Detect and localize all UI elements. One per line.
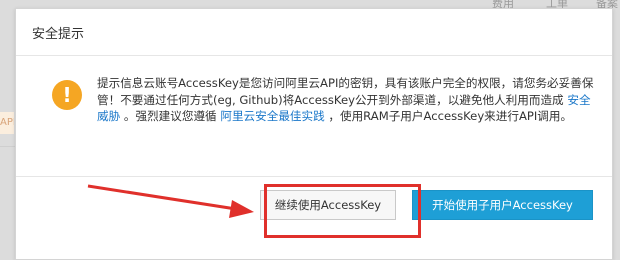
message-text: 提示信息云账号AccessKey是您访问阿里云API的密钥，具有该账户完全的权限… xyxy=(97,76,594,107)
message-text: 。强烈建议您遵循 xyxy=(123,109,217,123)
warning-message: 提示信息云账号AccessKey是您访问阿里云API的密钥，具有该账户完全的权限… xyxy=(97,75,597,125)
exclamation-icon: ! xyxy=(52,80,82,110)
dialog-body: ! 提示信息云账号AccessKey是您访问阿里云API的密钥，具有该账户完全的… xyxy=(16,56,612,177)
message-text: ，使用RAM子用户AccessKey来进行API调用。 xyxy=(328,109,573,123)
best-practices-link[interactable]: 阿里云安全最佳实践 xyxy=(220,109,324,123)
continue-accesskey-button[interactable]: 继续使用AccessKey xyxy=(260,190,396,220)
background-tag: API xyxy=(0,112,14,134)
background-divider xyxy=(0,146,16,147)
dialog-title: 安全提示 xyxy=(32,26,85,42)
dialog-header: 安全提示 xyxy=(16,9,612,56)
start-subuser-accesskey-button[interactable]: 开始使用子用户AccessKey xyxy=(412,190,593,220)
security-dialog: 安全提示 ! 提示信息云账号AccessKey是您访问阿里云API的密钥，具有该… xyxy=(15,8,613,260)
